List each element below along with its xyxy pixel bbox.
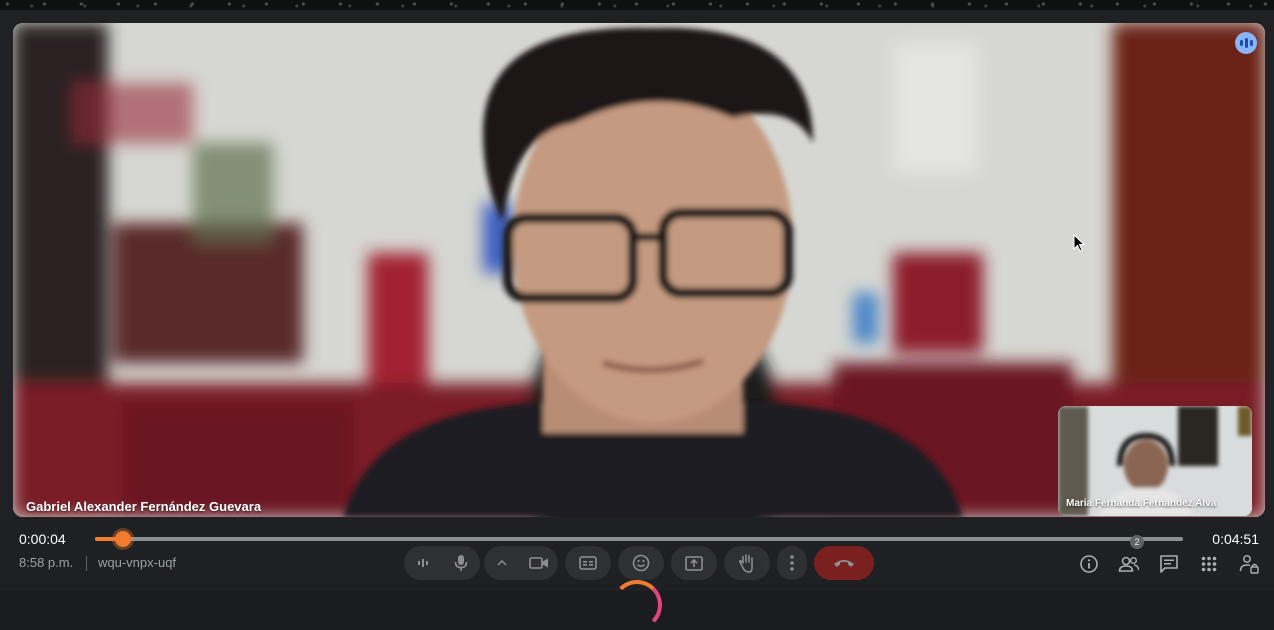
mic-button[interactable] [442,546,480,580]
meeting-code: wqu-vnpx-uqf [98,555,177,570]
audio-bars-icon [1235,32,1257,54]
emoji-icon [632,554,650,572]
seek-bar-handle[interactable] [115,531,131,547]
divider [86,556,87,571]
captions-button[interactable] [565,546,611,580]
info-icon [1080,555,1098,573]
captions-icon [579,556,597,570]
main-participant-name: Gabriel Alexander Fernández Guevara [26,499,262,514]
chat-button[interactable] [1158,553,1180,575]
people-count-badge: 2 [1130,535,1144,549]
mic-options-button[interactable] [404,546,442,580]
more-options-button[interactable] [777,546,807,580]
self-view-tile[interactable]: Maria Fernanda Fernandez Alva [1058,406,1252,516]
loading-spinner [612,580,662,630]
end-call-icon [834,560,854,567]
microphone-icon [454,555,468,571]
chat-icon [1160,555,1178,573]
lock-person-icon [1239,555,1259,574]
chevron-up-icon [497,559,507,566]
host-controls-button[interactable] [1238,553,1260,575]
pip-participant-name: Maria Fernanda Fernandez Alva [1066,498,1217,509]
end-call-button[interactable] [814,546,874,580]
info-button[interactable] [1078,553,1100,575]
current-time: 0:00:04 [19,531,66,547]
people-button[interactable] [1118,553,1140,575]
camera-icon [529,557,548,569]
present-button[interactable] [671,546,717,580]
audio-bars-icon [418,559,428,567]
camera-options-button[interactable] [484,546,520,580]
present-screen-icon [685,555,703,571]
more-vert-icon [790,555,794,571]
seek-bar[interactable] [95,531,1183,547]
raise-hand-icon [739,554,753,573]
raise-hand-button[interactable] [724,546,770,580]
camera-button[interactable] [520,546,558,580]
total-time: 0:04:51 [1212,531,1259,547]
people-icon [1118,556,1140,572]
emoji-button[interactable] [618,546,664,580]
top-strip [0,0,1274,10]
apps-grid-icon [1201,556,1217,572]
meeting-clock: 8:58 p.m. [19,555,74,570]
mouse-cursor-icon [1073,234,1085,252]
activities-button[interactable] [1198,553,1220,575]
